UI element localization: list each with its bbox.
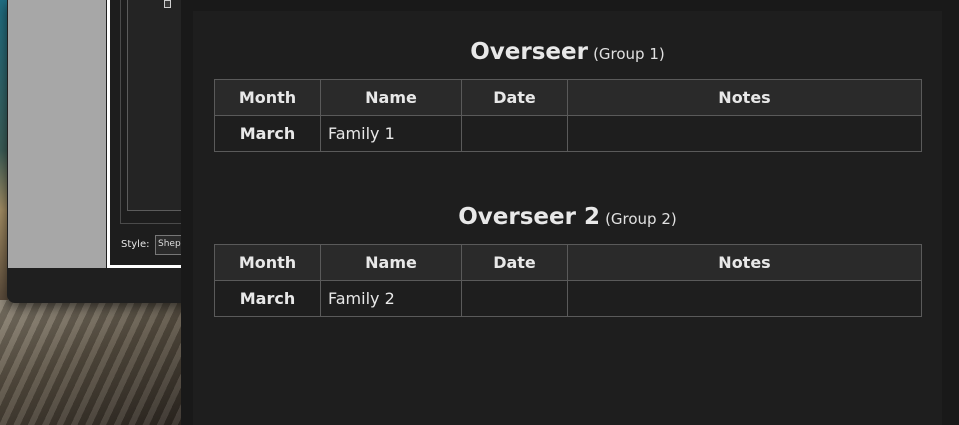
style-label: Style: [121, 239, 150, 250]
cell-name: Family 2 [320, 280, 462, 317]
group-1-subtitle: (Group 1) [593, 45, 665, 63]
column-header-date: Date [461, 244, 568, 281]
group-2-subtitle: (Group 2) [605, 210, 677, 228]
group-2-heading: Overseer 2 (Group 2) [193, 204, 942, 230]
column-header-date: Date [461, 79, 568, 116]
table-header-row: Month Name Date Notes [214, 79, 922, 116]
column-header-name: Name [320, 244, 462, 281]
cell-notes [567, 115, 922, 152]
column-header-name: Name [320, 79, 462, 116]
table-row: March Family 2 [214, 280, 922, 317]
wallpaper-driftwood [0, 300, 190, 425]
group-1-heading: Overseer (Group 1) [193, 39, 942, 65]
column-header-notes: Notes [567, 244, 922, 281]
background-checkbox[interactable] [164, 0, 171, 8]
cell-month: March [214, 115, 321, 152]
group-2-table: Month Name Date Notes March Family 2 [214, 244, 922, 317]
table-row: March Family 1 [214, 115, 922, 152]
column-header-month: Month [214, 244, 321, 281]
group-1-table: Month Name Date Notes March Family 1 [214, 79, 922, 152]
column-header-notes: Notes [567, 79, 922, 116]
column-header-month: Month [214, 79, 321, 116]
cell-date [461, 115, 568, 152]
cell-date [461, 280, 568, 317]
background-app-window[interactable]: Style: Shep [7, 0, 207, 303]
schedule-content: Overseer (Group 1) Month Name Date Notes… [193, 11, 942, 425]
cell-notes [567, 280, 922, 317]
background-gray-pane [8, 0, 106, 268]
group-2-title: Overseer 2 [458, 204, 600, 230]
cell-name: Family 1 [320, 115, 462, 152]
cell-month: March [214, 280, 321, 317]
table-header-row: Month Name Date Notes [214, 244, 922, 281]
group-1-title: Overseer [470, 39, 588, 65]
